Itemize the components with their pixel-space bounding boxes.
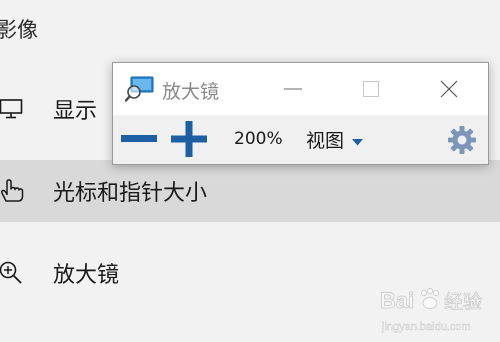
close-button[interactable]	[429, 71, 469, 107]
nav-label-magnifier: 放大镜	[53, 263, 120, 288]
gear-icon	[448, 126, 476, 154]
magnifier-titlebar[interactable]: 放大镜	[113, 63, 488, 115]
close-icon	[440, 80, 458, 98]
magnifier-toolbar: 200% 视图	[113, 115, 488, 164]
views-label: 视图	[306, 129, 345, 152]
views-dropdown[interactable]: 视图	[306, 124, 386, 154]
magnifier-zoom-icon	[0, 258, 26, 288]
baidu-jingyan-watermark: Bai 经验 jingyan.baidu.com	[376, 282, 498, 338]
chevron-down-icon	[352, 131, 364, 150]
magnifier-window: 放大镜 200% 视图	[112, 62, 489, 165]
magnifier-title: 放大镜	[162, 81, 220, 103]
maximize-icon	[363, 81, 379, 97]
zoom-out-button[interactable]	[119, 123, 159, 155]
magnifier-settings-button[interactable]	[446, 124, 478, 156]
magnifier-app-icon	[124, 76, 155, 102]
maximize-button[interactable]	[351, 71, 391, 107]
minus-icon	[121, 135, 157, 142]
plus-icon	[171, 121, 207, 157]
pointer-hand-icon	[0, 176, 26, 206]
minimize-icon	[284, 88, 302, 90]
svg-text:经验: 经验	[444, 291, 482, 313]
nav-label-display: 显示	[53, 99, 98, 124]
nav-label-cursor-pointer-size: 光标和指针大小	[53, 181, 208, 206]
section-header: 影像	[0, 18, 38, 42]
svg-text:Bai: Bai	[380, 288, 414, 313]
monitor-icon	[0, 94, 26, 124]
nav-item-cursor-pointer-size[interactable]: 光标和指针大小	[0, 160, 500, 222]
minimize-button[interactable]	[273, 71, 313, 107]
svg-text:jingyan.baidu.com: jingyan.baidu.com	[381, 321, 471, 333]
zoom-level: 200%	[234, 129, 283, 149]
zoom-in-button[interactable]	[169, 120, 209, 158]
